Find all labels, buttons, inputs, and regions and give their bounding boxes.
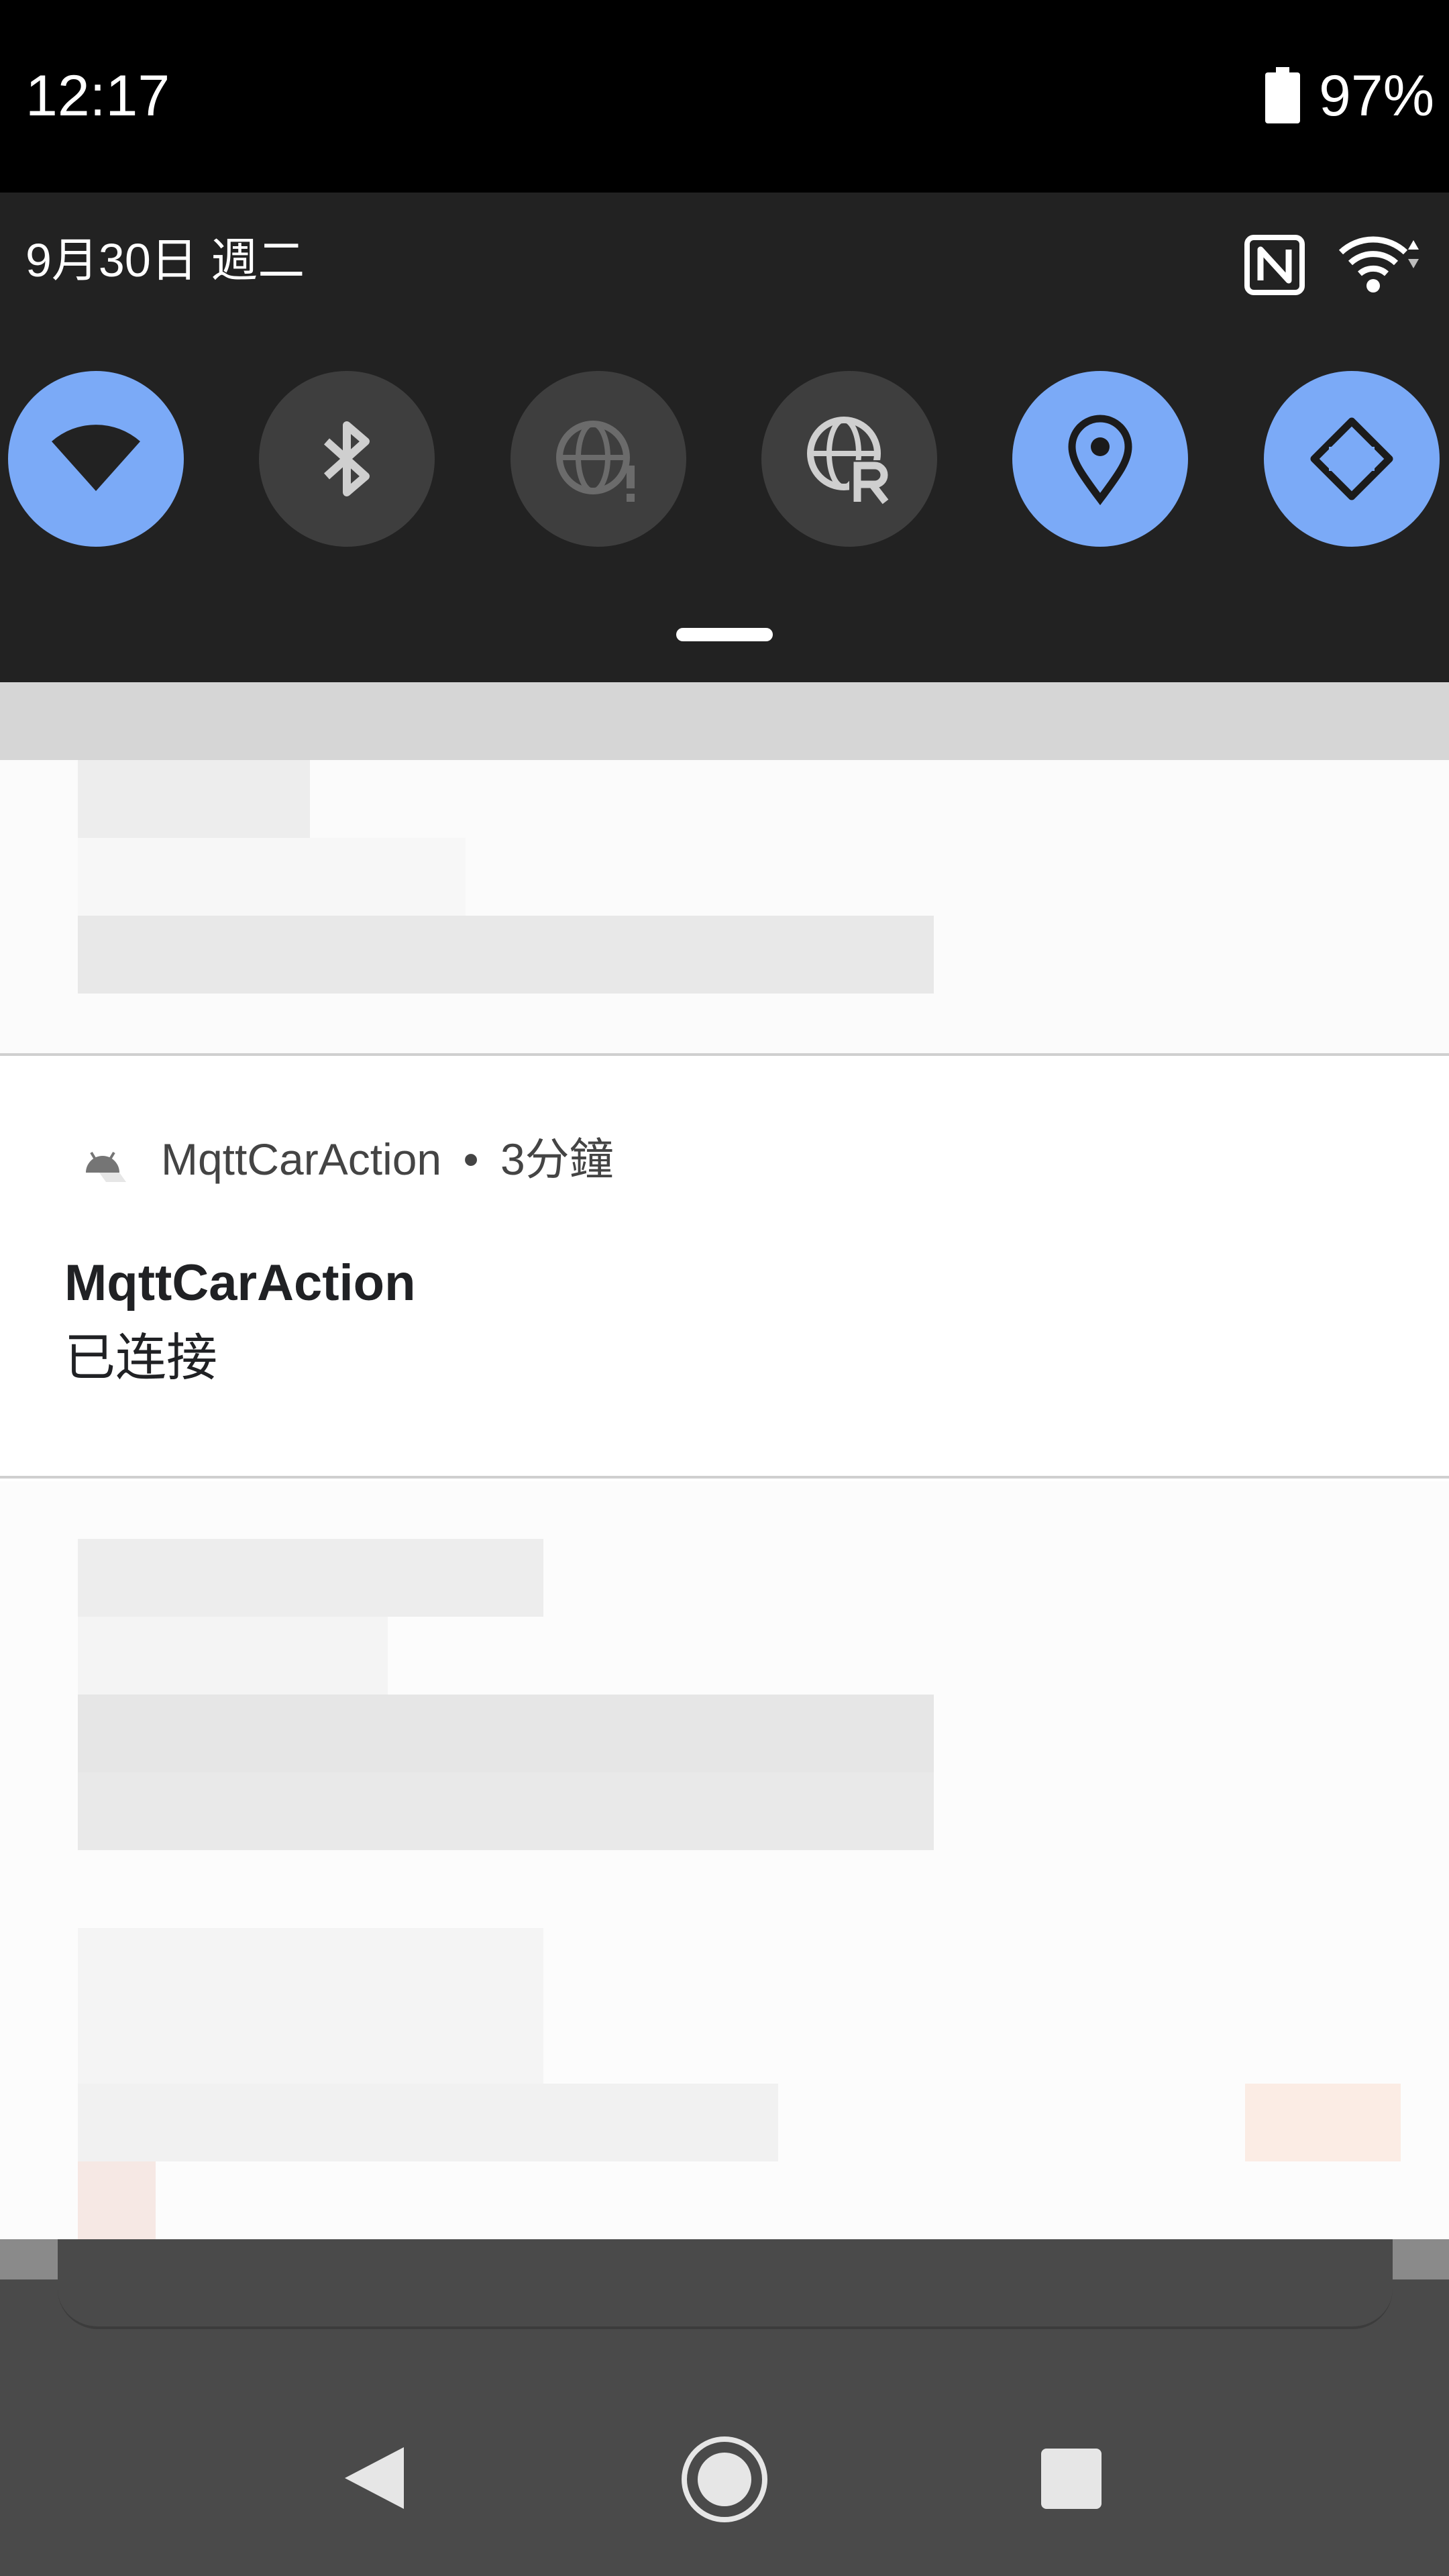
notification-time: 3分鐘: [500, 1134, 614, 1184]
bluetooth-icon: [323, 421, 370, 496]
battery-icon: [1265, 67, 1300, 123]
wifi-signal-icon: [1338, 236, 1419, 292]
wifi-icon: [52, 425, 140, 491]
nfc-icon: [1244, 235, 1305, 295]
android-app-icon: [86, 1151, 126, 1182]
status-clock: 12:17: [25, 64, 170, 128]
auto-rotate-tile[interactable]: [1264, 371, 1440, 547]
notification-app-name: MqttCarAction: [161, 1134, 442, 1184]
recents-icon[interactable]: [1041, 2449, 1102, 2509]
battery-percentage: 97%: [1319, 64, 1435, 128]
globe-roaming-icon: [807, 417, 894, 504]
quick-settings-expand-handle[interactable]: [676, 628, 773, 641]
location-pin-icon: [1068, 415, 1132, 506]
bluetooth-tile[interactable]: [259, 371, 435, 547]
redacted-notification-bottom: [0, 1481, 1449, 2239]
back-icon[interactable]: [341, 2445, 408, 2512]
quick-settings-date[interactable]: 9月30日 週二: [25, 233, 305, 287]
notification-title: MqttCarAction: [64, 1254, 416, 1311]
auto-rotate-icon: [1310, 417, 1393, 500]
redacted-notification-top: [0, 760, 1449, 1053]
notification-divider: [0, 1476, 1449, 1479]
home-icon[interactable]: [680, 2435, 769, 2524]
wifi-tile[interactable]: [8, 371, 184, 547]
roaming-tile[interactable]: [761, 371, 937, 547]
notification-separator: •: [463, 1134, 479, 1184]
notification-shelf-gap: [0, 682, 1449, 760]
location-tile[interactable]: [1012, 371, 1188, 547]
notification-text: 已连接: [64, 1330, 217, 1387]
data-alert-tile[interactable]: [511, 371, 686, 547]
globe-alert-icon: [556, 421, 635, 502]
notification-header: MqttCarAction • 3分鐘: [161, 1132, 614, 1186]
status-bar: [0, 0, 1449, 193]
notification-panel-edge: [58, 2239, 1393, 2329]
